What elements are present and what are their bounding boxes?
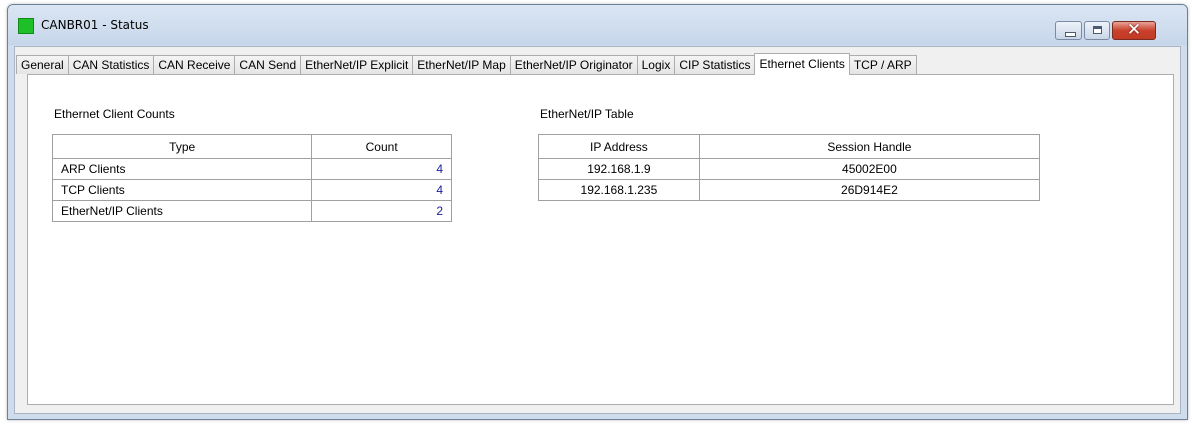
session-handle-cell: 45002E00 (698, 158, 1041, 180)
session-handle-cell: 26D914E2 (698, 179, 1041, 201)
tab-strip: General CAN Statistics CAN Receive CAN S… (16, 53, 917, 75)
tab-ethernetip-originator[interactable]: EtherNet/IP Originator (509, 55, 638, 74)
ip-address-cell: 192.168.1.9 (538, 158, 700, 180)
enip-table-title: EtherNet/IP Table (540, 107, 634, 121)
tab-can-statistics[interactable]: CAN Statistics (67, 55, 155, 74)
client-counts-table: Type Count ARP Clients 4 TCP Clients 4 E… (51, 134, 452, 222)
tab-ethernetip-explicit[interactable]: EtherNet/IP Explicit (300, 55, 414, 74)
title-bar[interactable]: CANBR01 - Status ✕ (8, 5, 1187, 45)
close-button[interactable]: ✕ (1112, 20, 1156, 40)
column-header-count[interactable]: Count (311, 134, 452, 159)
client-counts-title: Ethernet Client Counts (54, 107, 175, 121)
table-row[interactable]: 192.168.1.235 26D914E2 (538, 179, 1041, 201)
table-row[interactable]: TCP Clients 4 (51, 179, 452, 201)
column-header-type[interactable]: Type (51, 134, 313, 159)
column-header-ip-address[interactable]: IP Address (538, 134, 700, 159)
tab-ethernetip-map[interactable]: EtherNet/IP Map (412, 55, 511, 74)
table-row[interactable]: ARP Clients 4 (51, 158, 452, 180)
ip-address-cell: 192.168.1.235 (538, 179, 700, 201)
ethernet-clients-panel (27, 74, 1174, 405)
tab-can-receive[interactable]: CAN Receive (153, 55, 236, 74)
tab-tcp-arp[interactable]: TCP / ARP (848, 55, 917, 74)
enip-sessions-table: IP Address Session Handle 192.168.1.9 45… (538, 134, 1041, 201)
table-header-row: Type Count (51, 134, 452, 159)
minimize-icon (1065, 32, 1076, 37)
tab-cip-statistics[interactable]: CIP Statistics (674, 55, 756, 74)
tab-logix[interactable]: Logix (636, 55, 676, 74)
table-row[interactable]: EtherNet/IP Clients 2 (51, 200, 452, 222)
table-row[interactable]: 192.168.1.9 45002E00 (538, 158, 1041, 180)
tab-general[interactable]: General (16, 55, 69, 74)
tab-can-send[interactable]: CAN Send (234, 55, 302, 74)
column-header-session-handle[interactable]: Session Handle (698, 134, 1041, 159)
client-type-cell: EtherNet/IP Clients (51, 200, 313, 222)
table-header-row: IP Address Session Handle (538, 134, 1041, 159)
tab-ethernet-clients[interactable]: Ethernet Clients (754, 53, 850, 75)
client-count-cell: 4 (311, 179, 452, 201)
client-type-cell: ARP Clients (51, 158, 313, 180)
window-title: CANBR01 - Status (41, 18, 149, 32)
maximize-button[interactable] (1084, 21, 1110, 40)
client-count-cell: 2 (311, 200, 452, 222)
client-type-cell: TCP Clients (51, 179, 313, 201)
client-count-cell: 4 (311, 158, 452, 180)
app-status-icon (18, 18, 34, 34)
maximize-icon (1093, 26, 1102, 34)
minimize-button[interactable] (1055, 21, 1082, 40)
close-icon: ✕ (1126, 20, 1142, 40)
